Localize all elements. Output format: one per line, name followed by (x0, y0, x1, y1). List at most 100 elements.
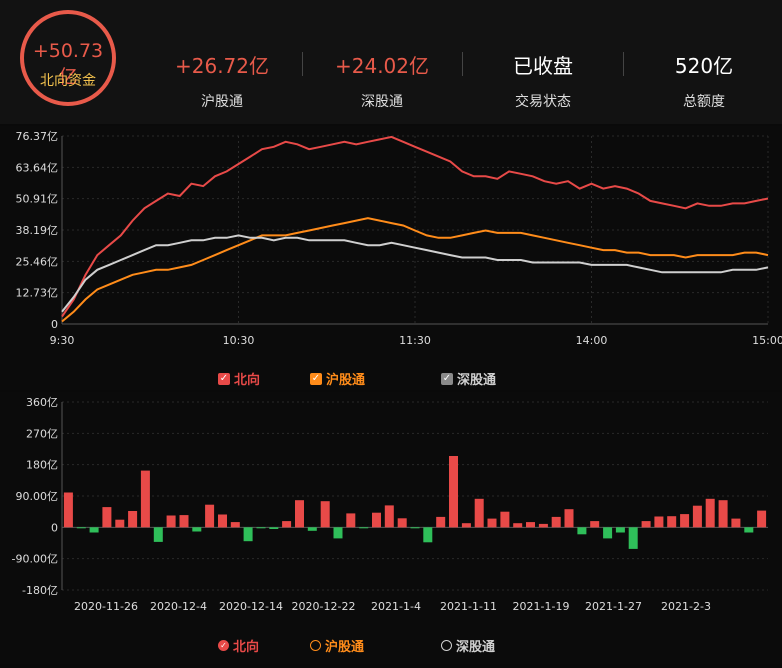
y-tick-label: 0 (51, 318, 58, 331)
y-tick-label: 360亿 (26, 396, 58, 409)
bar (205, 504, 215, 528)
bar (500, 511, 510, 528)
bar (256, 527, 266, 529)
legend-sh-connect[interactable]: ✓ 沪股通 (310, 369, 365, 388)
y-tick-label: 0 (51, 521, 58, 534)
y-tick-label: 76.37亿 (16, 130, 59, 143)
stat-label: 交易状态 (515, 94, 571, 110)
legend-sh-connect-bottom[interactable]: 沪股通 (310, 636, 364, 655)
legend-sz-connect[interactable]: ✓ 深股通 (441, 369, 496, 388)
y-tick-label: 270亿 (26, 427, 58, 440)
x-tick-label: 2021-2-3 (661, 600, 711, 613)
bar (641, 521, 651, 528)
bar (654, 516, 664, 528)
stat-value: 已收盘 (513, 54, 573, 78)
legend-label: 深股通 (456, 640, 496, 655)
intraday-line-chart: 76.37亿 63.64亿 50.91亿 38.19亿 25.46亿 12.73亿 0 9:3… (16, 130, 782, 347)
bar (667, 516, 677, 528)
y-tick-label: 63.64亿 (16, 161, 59, 174)
bar (538, 523, 548, 528)
stat-total-quota: 520亿 总额度 (634, 50, 774, 111)
bar (192, 527, 202, 532)
bar (423, 527, 433, 543)
bar (615, 527, 625, 533)
checkbox-icon[interactable]: ✓ (310, 372, 322, 385)
x-tick-label: 2021-1-19 (513, 600, 570, 613)
bar (320, 501, 330, 528)
bar (731, 518, 741, 528)
y-tick-label: -90.00亿 (12, 553, 58, 566)
bar (603, 527, 613, 539)
y-tick-label: 50.91亿 (16, 193, 59, 206)
bar (680, 514, 690, 528)
divider (462, 52, 463, 76)
legend-label: 北向 (233, 640, 260, 655)
bar (744, 527, 754, 533)
legend-label: 北向 (234, 373, 261, 388)
northbound-total-label: 北向资金 (40, 73, 96, 89)
bar (526, 522, 535, 528)
checkbox-icon[interactable]: ✓ (441, 372, 453, 385)
stat-value: +26.72亿 (174, 54, 269, 78)
x-tick-label: 9:30 (50, 334, 75, 347)
bar (436, 516, 446, 528)
bar (307, 527, 317, 531)
bar (410, 527, 420, 529)
bar (115, 519, 125, 528)
daily-bar-chart: 360亿 270亿 180亿 90.00亿 0 -90.00亿 -180亿 2020-11-2… (12, 396, 768, 613)
bar (346, 513, 356, 528)
bar (128, 511, 138, 528)
bar (757, 510, 767, 528)
legend-sz-connect-bottom[interactable]: 深股通 (441, 636, 495, 655)
bar (282, 521, 292, 528)
northbound-total-badge: +50.73亿 北向资金 (20, 10, 116, 106)
y-tick-label: -180亿 (22, 584, 58, 597)
radio-icon[interactable]: ✓ (218, 640, 229, 651)
bar (153, 527, 163, 542)
divider (623, 52, 624, 76)
bar (551, 516, 561, 528)
bar (718, 500, 728, 528)
stat-sz-connect: +24.02亿 深股通 (312, 50, 452, 111)
x-tick-label: 11:30 (399, 334, 431, 347)
bar (397, 518, 407, 528)
radio-icon[interactable] (310, 640, 321, 651)
bar (218, 514, 227, 528)
bar (705, 498, 715, 528)
stat-label: 深股通 (361, 94, 403, 110)
x-tick-label: 2020-11-26 (74, 600, 138, 613)
bar (63, 492, 73, 528)
stat-sh-connect: +26.72亿 沪股通 (152, 50, 292, 111)
x-tick-label: 2020-12-4 (150, 600, 207, 613)
legend-northbound-bottom[interactable]: ✓ 北向 (218, 636, 259, 655)
radio-icon[interactable] (441, 640, 452, 651)
series-line (61, 234, 769, 313)
daily-chart-panel: 360亿 270亿 180亿 90.00亿 0 -90.00亿 -180亿 2020-11-2… (0, 392, 782, 664)
bar (230, 522, 240, 528)
bar (89, 527, 99, 533)
x-tick-label: 10:30 (223, 334, 255, 347)
x-tick-label: 14:00 (576, 334, 608, 347)
bar (487, 518, 497, 528)
bar (513, 523, 523, 528)
bar (166, 515, 176, 528)
stat-value: 520亿 (674, 54, 734, 78)
bar (269, 527, 279, 529)
bar (577, 527, 587, 535)
bar (333, 527, 343, 539)
legend-label: 沪股通 (326, 373, 366, 388)
x-tick-label: 15:00 (752, 334, 782, 347)
bar (102, 507, 112, 528)
legend-northbound[interactable]: ✓ 北向 (218, 369, 260, 388)
bar (461, 523, 471, 528)
stat-trading-status: 已收盘 交易状态 (473, 50, 613, 111)
y-tick-label: 12.73亿 (16, 287, 59, 300)
series-line (61, 217, 769, 323)
checkbox-icon[interactable]: ✓ (218, 372, 230, 385)
stat-value: +24.02亿 (334, 54, 429, 78)
intraday-chart-panel: 76.37亿 63.64亿 50.91亿 38.19亿 25.46亿 12.73亿 0 9:3… (0, 126, 782, 390)
x-tick-label: 2020-12-14 (219, 600, 283, 613)
x-tick-label: 2021-1-4 (371, 600, 421, 613)
bar (179, 515, 189, 528)
bar (359, 527, 369, 529)
